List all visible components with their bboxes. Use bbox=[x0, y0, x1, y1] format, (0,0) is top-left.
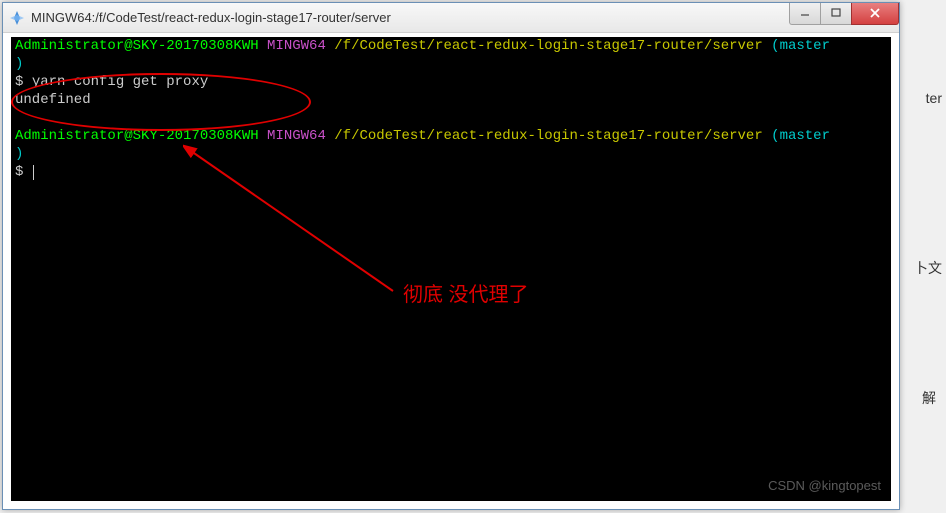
terminal-window: MINGW64:/f/CodeTest/react-redux-login-st… bbox=[2, 2, 900, 510]
git-branch: master bbox=[780, 128, 830, 144]
shell-id: MINGW64 bbox=[267, 128, 326, 144]
prompt-symbol: $ bbox=[15, 164, 32, 180]
terminal-body[interactable]: Administrator@SKY-20170308KWH MINGW64 /f… bbox=[11, 37, 891, 501]
bg-text: ter bbox=[926, 90, 942, 106]
branch-paren: ( bbox=[771, 128, 779, 144]
command-text: yarn config get proxy bbox=[32, 74, 208, 90]
output-line: undefined bbox=[11, 91, 891, 109]
user-host: Administrator@SKY-20170308KWH bbox=[15, 38, 259, 54]
prompt-line: Administrator@SKY-20170308KWH MINGW64 /f… bbox=[11, 127, 891, 145]
minimize-button[interactable] bbox=[789, 3, 821, 25]
terminal-cursor bbox=[33, 165, 34, 180]
prompt-symbol: $ bbox=[15, 74, 32, 90]
app-icon bbox=[9, 10, 25, 26]
branch-close-line: ) bbox=[11, 145, 891, 163]
shell-id: MINGW64 bbox=[267, 38, 326, 54]
cwd-path: /f/CodeTest/react-redux-login-stage17-ro… bbox=[334, 128, 762, 144]
branch-paren: ( bbox=[771, 38, 779, 54]
branch-paren-close: ) bbox=[15, 56, 23, 72]
output-text: undefined bbox=[15, 92, 91, 108]
titlebar[interactable]: MINGW64:/f/CodeTest/react-redux-login-st… bbox=[3, 3, 899, 33]
bg-text: 解 bbox=[922, 388, 936, 408]
git-branch: master bbox=[780, 38, 830, 54]
close-button[interactable] bbox=[851, 3, 899, 25]
command-line: $ yarn config get proxy bbox=[11, 73, 891, 91]
prompt-line: Administrator@SKY-20170308KWH MINGW64 /f… bbox=[11, 37, 891, 55]
branch-close-line: ) bbox=[11, 55, 891, 73]
window-title: MINGW64:/f/CodeTest/react-redux-login-st… bbox=[31, 10, 790, 25]
branch-paren-close: ) bbox=[15, 146, 23, 162]
user-host: Administrator@SKY-20170308KWH bbox=[15, 128, 259, 144]
maximize-button[interactable] bbox=[820, 3, 852, 25]
window-controls bbox=[790, 3, 899, 25]
active-prompt-line[interactable]: $ bbox=[11, 163, 891, 181]
blank-line bbox=[11, 109, 891, 127]
cwd-path: /f/CodeTest/react-redux-login-stage17-ro… bbox=[334, 38, 762, 54]
watermark: CSDN @kingtopest bbox=[768, 477, 881, 495]
bg-text: 卜文 bbox=[914, 258, 942, 278]
